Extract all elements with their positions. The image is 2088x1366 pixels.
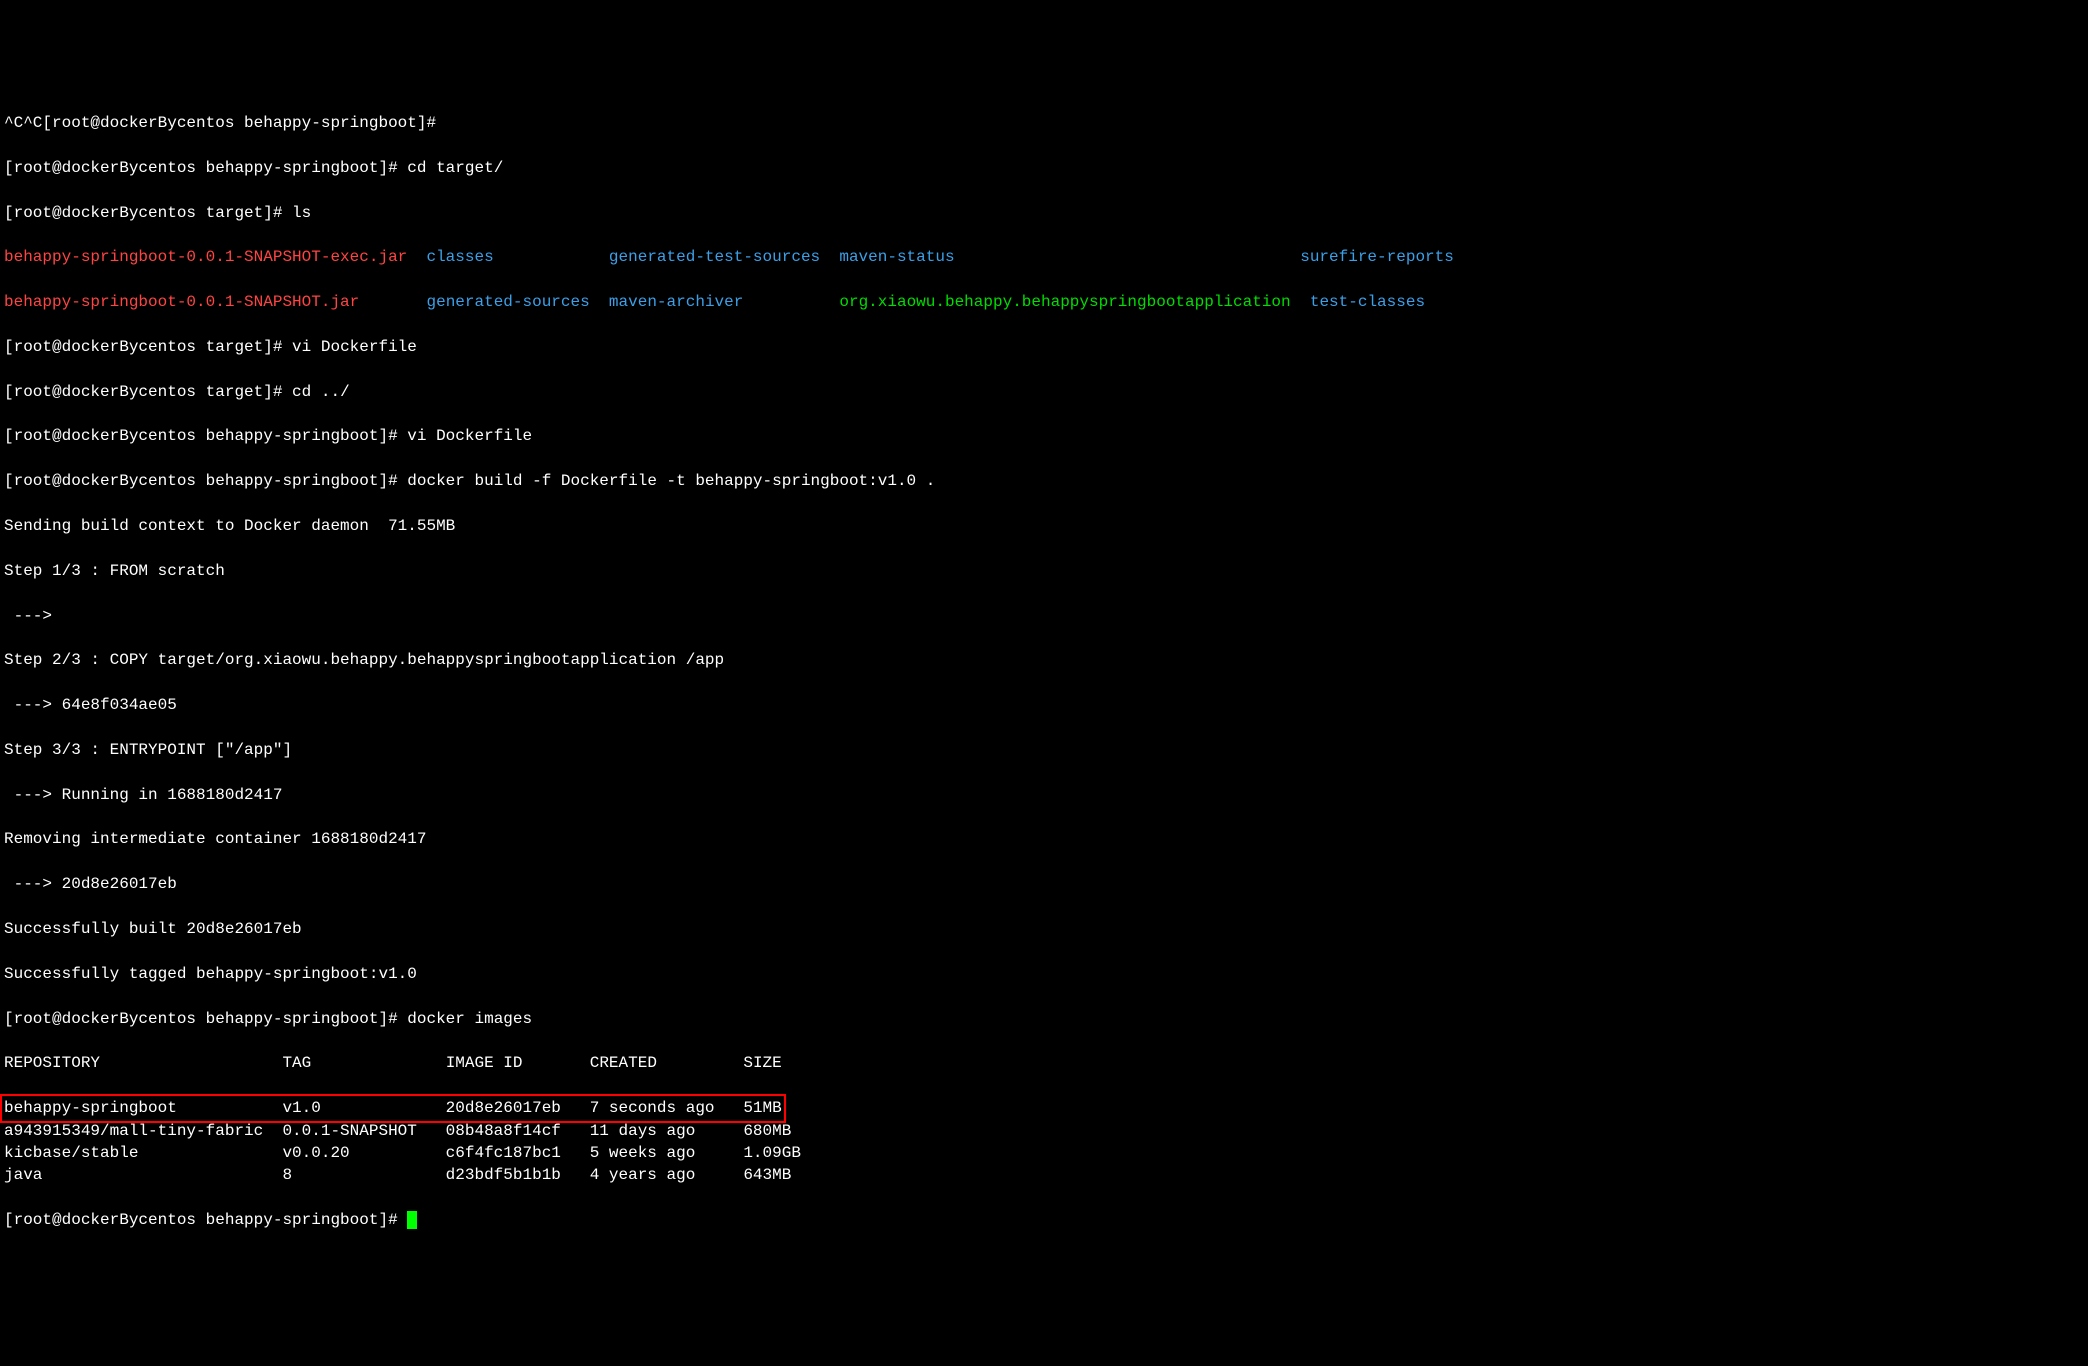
build-output: Step 1/3 : FROM scratch	[4, 560, 2084, 582]
build-output: Step 3/3 : ENTRYPOINT ["/app"]	[4, 739, 2084, 761]
output-line: ^C^C[root@dockerBycentos behappy-springb…	[4, 112, 2084, 134]
cursor-icon	[407, 1211, 417, 1229]
dir-surefire: surefire-reports	[1300, 248, 1454, 266]
command-line: [root@dockerBycentos target]# vi Dockerf…	[4, 336, 2084, 358]
table-row: java 8 d23bdf5b1b1b 4 years ago 643MB	[4, 1164, 2084, 1186]
ls-output-row: behappy-springboot-0.0.1-SNAPSHOT.jar ge…	[4, 291, 2084, 313]
build-output: --->	[4, 605, 2084, 627]
build-output: Successfully tagged behappy-springboot:v…	[4, 963, 2084, 985]
command-line: [root@dockerBycentos behappy-springboot]…	[4, 1008, 2084, 1030]
dir-gentest: generated-test-sources	[609, 248, 820, 266]
table-row: a943915349/mall-tiny-fabric 0.0.1-SNAPSH…	[4, 1120, 2084, 1142]
build-output: Successfully built 20d8e26017eb	[4, 918, 2084, 940]
ls-output-row: behappy-springboot-0.0.1-SNAPSHOT-exec.j…	[4, 246, 2084, 268]
build-output: ---> 64e8f034ae05	[4, 694, 2084, 716]
build-output: ---> Running in 1688180d2417	[4, 784, 2084, 806]
highlighted-row: behappy-springboot v1.0 20d8e26017eb 7 s…	[0, 1094, 786, 1122]
dir-test-classes: test-classes	[1310, 293, 1425, 311]
terminal-window[interactable]: ^C^C[root@dockerBycentos behappy-springb…	[0, 90, 2088, 1254]
dir-gensrc: generated-sources	[426, 293, 589, 311]
command-line: [root@dockerBycentos target]# cd ../	[4, 381, 2084, 403]
table-header: REPOSITORY TAG IMAGE ID CREATED SIZE	[4, 1052, 2084, 1074]
file-app: org.xiaowu.behappy.behappyspringbootappl…	[839, 293, 1290, 311]
file-jar: behappy-springboot-0.0.1-SNAPSHOT-exec.j…	[4, 248, 407, 266]
command-line: [root@dockerBycentos target]# ls	[4, 202, 2084, 224]
command-line: [root@dockerBycentos behappy-springboot]…	[4, 470, 2084, 492]
dir-maven-status: maven-status	[839, 248, 954, 266]
dir-maven-archiver: maven-archiver	[609, 293, 743, 311]
images-table-body: behappy-springboot v1.0 20d8e26017eb 7 s…	[4, 1097, 2084, 1187]
prompt-line[interactable]: [root@dockerBycentos behappy-springboot]…	[4, 1209, 2084, 1231]
build-output: Sending build context to Docker daemon 7…	[4, 515, 2084, 537]
command-line: [root@dockerBycentos behappy-springboot]…	[4, 157, 2084, 179]
dir-classes: classes	[426, 248, 493, 266]
file-jar: behappy-springboot-0.0.1-SNAPSHOT.jar	[4, 293, 359, 311]
table-row: behappy-springboot v1.0 20d8e26017eb 7 s…	[4, 1097, 2084, 1119]
command-line: [root@dockerBycentos behappy-springboot]…	[4, 425, 2084, 447]
table-row: kicbase/stable v0.0.20 c6f4fc187bc1 5 we…	[4, 1142, 2084, 1164]
build-output: ---> 20d8e26017eb	[4, 873, 2084, 895]
build-output: Step 2/3 : COPY target/org.xiaowu.behapp…	[4, 649, 2084, 671]
build-output: Removing intermediate container 1688180d…	[4, 828, 2084, 850]
